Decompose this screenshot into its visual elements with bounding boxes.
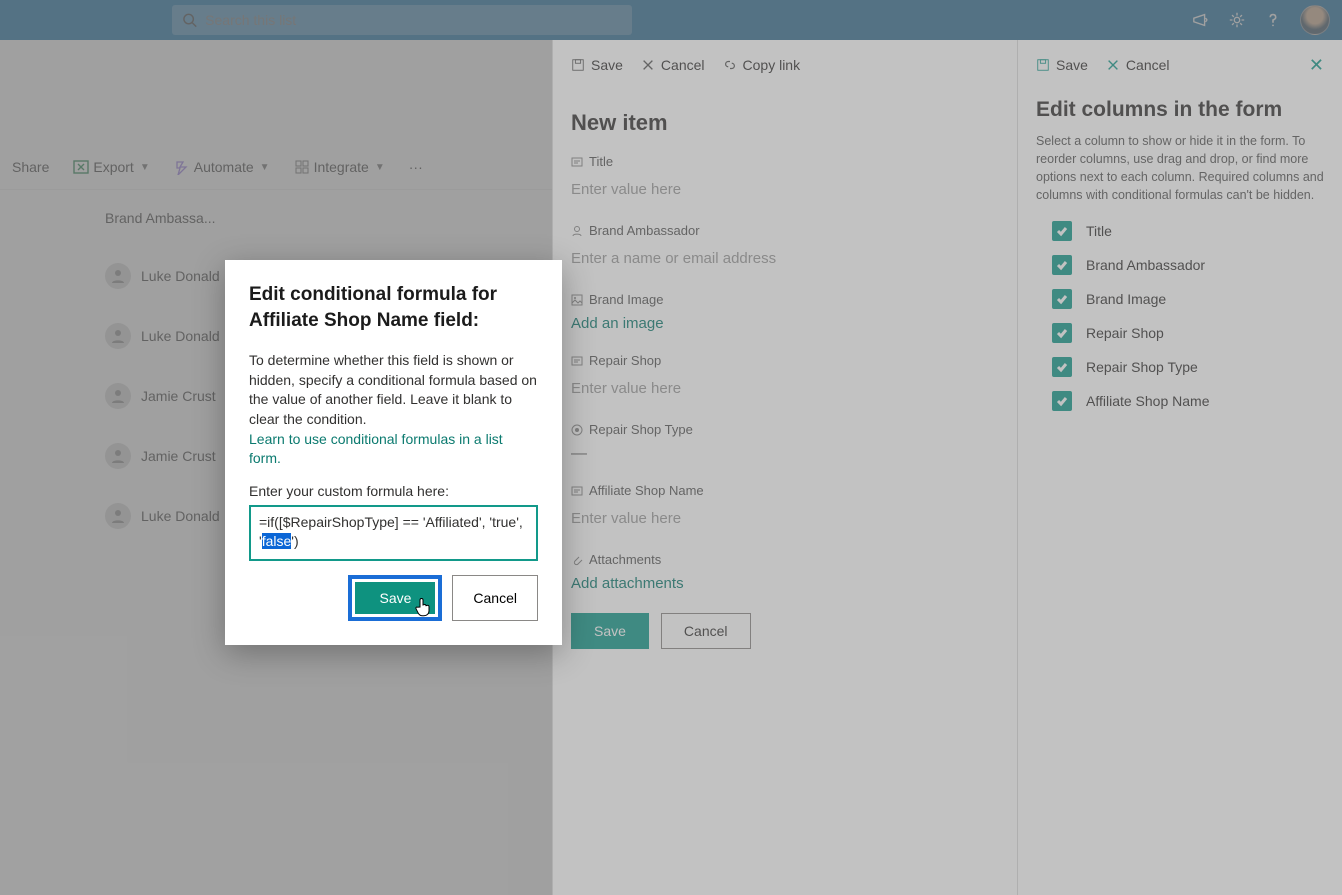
learn-more-link[interactable]: Learn to use conditional formulas in a l… (249, 431, 503, 467)
tutorial-highlight: Save (348, 575, 442, 621)
formula-input[interactable]: =if([$RepairShopType] == 'Affiliated', '… (249, 505, 538, 561)
modal-backdrop[interactable] (0, 0, 1342, 895)
dialog-title: Edit conditional formula for Affiliate S… (249, 282, 538, 333)
dialog-cancel-button[interactable]: Cancel (452, 575, 538, 621)
formula-label: Enter your custom formula here: (249, 483, 538, 499)
dialog-description: To determine whether this field is shown… (249, 352, 537, 427)
dialog-save-button[interactable]: Save (355, 582, 435, 614)
conditional-formula-dialog: Edit conditional formula for Affiliate S… (225, 260, 562, 645)
